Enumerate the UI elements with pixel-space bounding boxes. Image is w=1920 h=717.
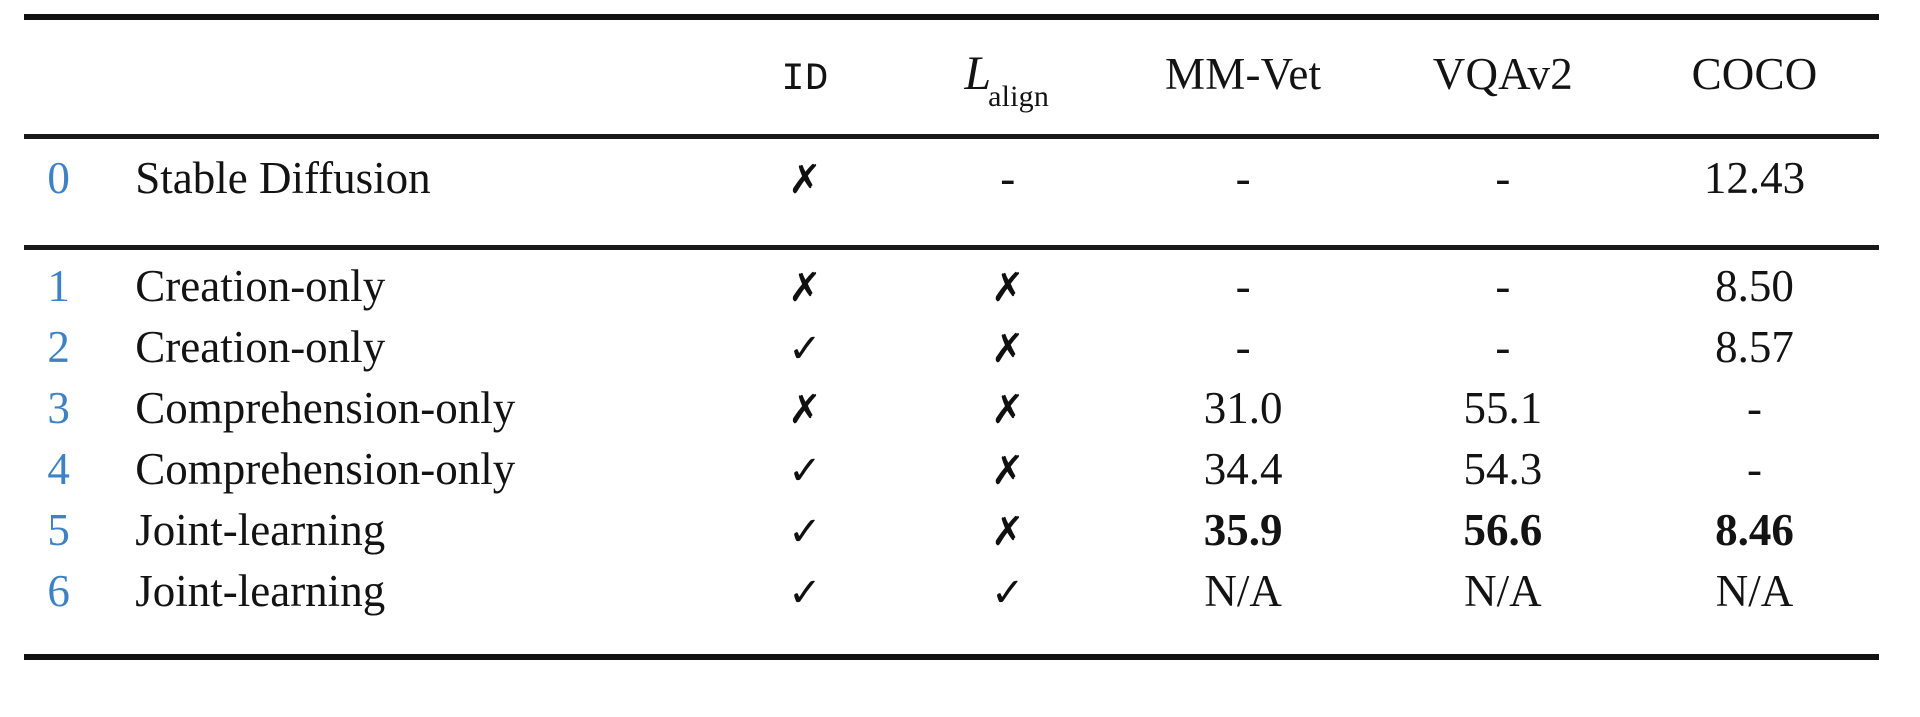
row-method: Stable Diffusion bbox=[135, 153, 431, 203]
table-container: ID Lalign MM-Vet VQAv2 COCO 0 Stable Dif… bbox=[24, 14, 1879, 660]
cell-id-mark: ✗ bbox=[788, 265, 822, 311]
cell-vqav2: 56.6 bbox=[1463, 505, 1543, 555]
table-row[interactable]: 1 Creation-only ✗ ✗ - - 8.50 bbox=[24, 264, 1879, 325]
cell-coco: 8.46 bbox=[1715, 505, 1794, 555]
cell-l-align: ✓ bbox=[990, 570, 1025, 616]
header-coco: COCO bbox=[1691, 49, 1818, 99]
row-method: Comprehension-only bbox=[135, 444, 516, 494]
cell-coco: - bbox=[1747, 383, 1763, 433]
cell-id-mark: ✓ bbox=[788, 509, 822, 555]
cell-l-align: - bbox=[1000, 153, 1016, 203]
spacer-header bbox=[24, 112, 1879, 134]
cell-coco: N/A bbox=[1715, 566, 1794, 616]
row-id: 6 bbox=[47, 566, 70, 616]
cell-id-mark: ✗ bbox=[788, 157, 822, 203]
row-method: Joint-learning bbox=[135, 566, 386, 616]
header-blank-method bbox=[93, 50, 704, 112]
row-id: 0 bbox=[47, 153, 70, 203]
table-page: ID Lalign MM-Vet VQAv2 COCO 0 Stable Dif… bbox=[0, 0, 1920, 717]
header-id: ID bbox=[781, 57, 829, 101]
cell-vqav2: 54.3 bbox=[1463, 444, 1543, 494]
bottom-rule bbox=[24, 654, 1879, 660]
cell-coco: 8.57 bbox=[1715, 322, 1794, 372]
cell-mmvet: 31.0 bbox=[1203, 383, 1283, 433]
table-row[interactable]: 3 Comprehension-only ✗ ✗ 31.0 55.1 - bbox=[24, 386, 1879, 447]
spacer-before-group-rule bbox=[24, 228, 1879, 245]
cell-mmvet: - bbox=[1235, 153, 1251, 203]
cell-mmvet: 34.4 bbox=[1203, 444, 1283, 494]
cell-id-mark: ✓ bbox=[788, 326, 822, 372]
cell-l-align: ✗ bbox=[990, 326, 1025, 372]
row-id: 1 bbox=[47, 261, 70, 311]
cell-vqav2: 55.1 bbox=[1463, 383, 1543, 433]
cell-id-mark: ✓ bbox=[788, 570, 822, 616]
table-row[interactable]: 2 Creation-only ✓ ✗ - - 8.57 bbox=[24, 325, 1879, 386]
row-method: Comprehension-only bbox=[135, 383, 516, 433]
table-header-row: ID Lalign MM-Vet VQAv2 COCO bbox=[24, 50, 1879, 112]
cell-l-align: ✗ bbox=[990, 448, 1025, 494]
table-row[interactable]: 5 Joint-learning ✓ ✗ 35.9 56.6 8.46 bbox=[24, 508, 1879, 569]
cell-mmvet: 35.9 bbox=[1203, 505, 1283, 555]
row-id: 4 bbox=[47, 444, 70, 494]
align-subscript: align bbox=[988, 80, 1050, 113]
cell-id-mark: ✗ bbox=[788, 387, 822, 433]
row-method: Joint-learning bbox=[135, 505, 386, 555]
cell-l-align: ✗ bbox=[990, 265, 1025, 311]
ablation-table: ID Lalign MM-Vet VQAv2 COCO 0 Stable Dif… bbox=[24, 14, 1879, 660]
cell-l-align: ✗ bbox=[990, 387, 1025, 433]
header-mmvet: MM-Vet bbox=[1165, 49, 1322, 99]
row-id: 3 bbox=[47, 383, 70, 433]
cell-vqav2: - bbox=[1495, 153, 1511, 203]
spacer-bottom bbox=[24, 630, 1879, 654]
cell-coco: - bbox=[1747, 444, 1763, 494]
row-method: Creation-only bbox=[135, 322, 386, 372]
cell-mmvet: - bbox=[1235, 261, 1251, 311]
cell-mmvet: N/A bbox=[1204, 566, 1282, 616]
header-vqav2: VQAv2 bbox=[1432, 49, 1573, 99]
table-row[interactable]: 4 Comprehension-only ✓ ✗ 34.4 54.3 - bbox=[24, 447, 1879, 508]
cell-coco: 12.43 bbox=[1703, 153, 1806, 203]
row-id: 5 bbox=[47, 505, 70, 555]
table-row[interactable]: 0 Stable Diffusion ✗ - - - 12.43 bbox=[24, 156, 1879, 228]
bottom-rule-row bbox=[24, 654, 1879, 660]
caligraphic-l-symbol: L bbox=[964, 47, 991, 100]
table-row[interactable]: 6 Joint-learning ✓ ✓ N/A N/A N/A bbox=[24, 569, 1879, 630]
spacer-top bbox=[24, 20, 1879, 50]
cell-mmvet: - bbox=[1235, 322, 1251, 372]
cell-id-mark: ✓ bbox=[788, 448, 822, 494]
row-method: Creation-only bbox=[135, 261, 386, 311]
header-loss-align: Lalign bbox=[905, 50, 1111, 112]
cell-l-align: ✗ bbox=[990, 509, 1025, 555]
cell-vqav2: - bbox=[1495, 322, 1511, 372]
cell-vqav2: - bbox=[1495, 261, 1511, 311]
cell-coco: 8.50 bbox=[1715, 261, 1794, 311]
header-blank-rowid bbox=[24, 50, 93, 112]
cell-vqav2: N/A bbox=[1464, 566, 1542, 616]
row-id: 2 bbox=[47, 322, 70, 372]
